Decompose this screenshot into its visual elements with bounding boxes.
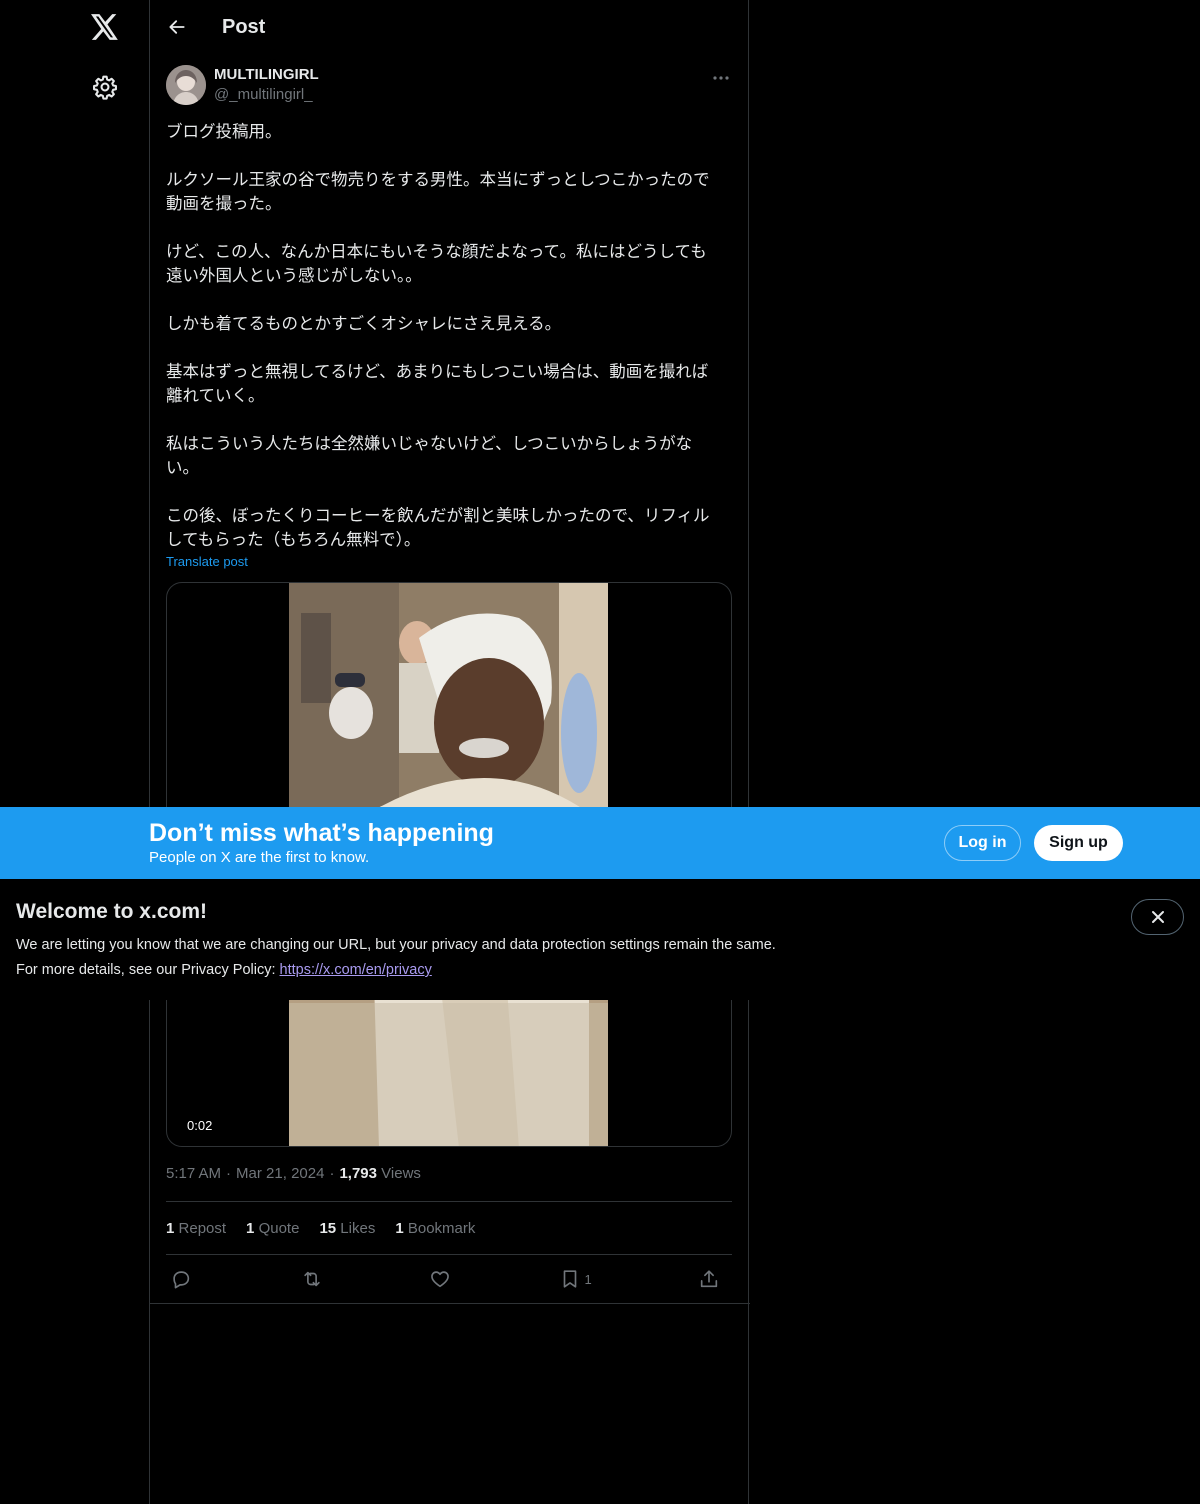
more-options-icon[interactable]	[710, 70, 732, 86]
post-paragraph: しかも着てるものとかすごくオシャレにさえ見える。	[166, 314, 562, 333]
like-icon[interactable]	[429, 1264, 459, 1294]
share-icon[interactable]	[698, 1264, 728, 1294]
arrow-left-icon[interactable]	[166, 16, 188, 38]
top-bar: Post	[150, 0, 748, 54]
post: MULTILINGIRL @_multilingirl_ ブログ投稿用。 ルクソ…	[150, 54, 748, 1303]
post-paragraph: ブログ投稿用。	[166, 122, 282, 141]
views-label: Views	[381, 1165, 421, 1182]
notice-title: Welcome to x.com!	[16, 900, 207, 923]
page-title: Post	[222, 15, 266, 38]
login-banner: Don’t miss what’s happening People on X …	[0, 807, 1200, 879]
bookmark-icon[interactable]: 1	[559, 1264, 599, 1294]
post-paragraph: 私はこういう人たちは全然嫌いじゃないけど、しつこいからしょうがな い。	[166, 434, 693, 477]
views-count: 1,793	[339, 1165, 377, 1182]
left-nav	[0, 0, 149, 1504]
quotes-stat[interactable]: 1 Quote	[246, 1220, 299, 1237]
post-meta: 5:17 AM · Mar 21, 2024 · 1,793 Views	[166, 1165, 421, 1182]
post-date[interactable]: Mar 21, 2024	[236, 1165, 324, 1182]
post-paragraph: 基本はずっと無視してるけど、あまりにもしつこい場合は、動画を撮れば 離れていく。	[166, 362, 709, 405]
post-paragraph: ルクソール王家の谷で物売りをする男性。本当にずっとしつこかったので 動画を撮った…	[166, 170, 710, 213]
post-paragraph: けど、この人、なんか日本にもいそうな顔だよなって。私にはどうしても 遠い外国人と…	[166, 242, 707, 285]
post-paragraph: この後、ぼったくりコーヒーを飲んだが割と美味しかったので、リフィル してもらった…	[166, 506, 710, 549]
video-duration: 0:02	[181, 1117, 219, 1134]
x-logo-icon[interactable]	[88, 10, 122, 44]
post-stats: 1 Repost 1 Quote 15 Likes 1 Bookmark	[166, 1202, 732, 1254]
banner-subtitle: People on X are the first to know.	[149, 849, 370, 866]
reply-icon[interactable]	[170, 1264, 200, 1294]
display-name[interactable]: MULTILINGIRL	[214, 65, 319, 85]
post-text: ブログ投稿用。 ルクソール王家の谷で物売りをする男性。本当にずっとしつこかったの…	[166, 120, 732, 552]
repost-icon[interactable]	[300, 1264, 330, 1294]
bookmark-count: 1	[584, 1271, 592, 1287]
signup-button[interactable]: Sign up	[1034, 825, 1123, 861]
privacy-policy-link[interactable]: https://x.com/en/privacy	[280, 962, 432, 978]
main-column: Post MULTILINGIRL @_multilingirl_ ブログ投稿用…	[149, 0, 750, 1504]
post-time[interactable]: 5:17 AM	[166, 1165, 221, 1182]
post-actions: 1	[166, 1255, 732, 1303]
reposts-stat[interactable]: 1 Repost	[166, 1220, 226, 1237]
likes-stat[interactable]: 15 Likes	[319, 1220, 375, 1237]
banner-title: Don’t miss what’s happening	[149, 819, 494, 847]
login-button[interactable]: Log in	[944, 825, 1021, 861]
avatar[interactable]	[166, 65, 206, 105]
translate-post-link[interactable]: Translate post	[166, 554, 248, 569]
welcome-notice: Welcome to x.com! We are letting you kno…	[0, 879, 1200, 1000]
divider	[150, 1303, 750, 1304]
notice-text: For more details, see our Privacy Policy…	[16, 962, 432, 978]
gear-icon[interactable]	[92, 74, 118, 100]
notice-text: We are letting you know that we are chan…	[16, 937, 776, 953]
bookmarks-stat[interactable]: 1 Bookmark	[395, 1220, 475, 1237]
handle[interactable]: @_multilingirl_	[214, 85, 319, 105]
post-author: MULTILINGIRL @_multilingirl_	[166, 64, 732, 106]
close-icon[interactable]	[1131, 899, 1184, 935]
